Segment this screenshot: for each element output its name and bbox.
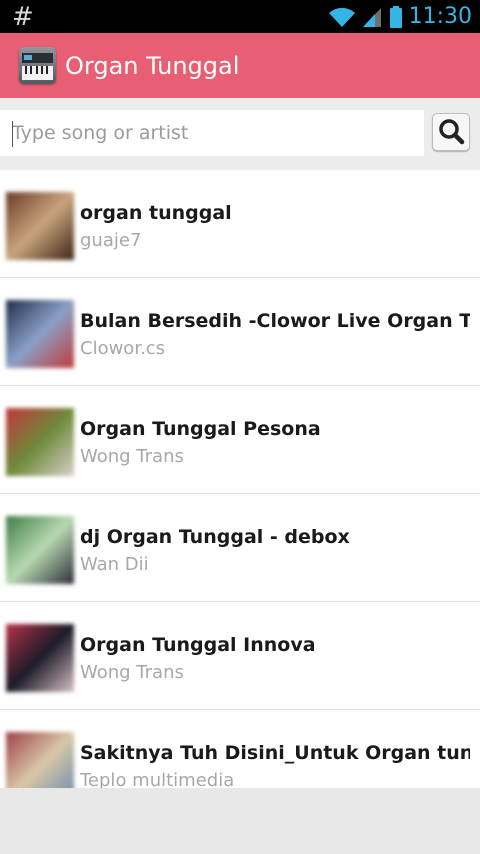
song-title: organ tunggal bbox=[80, 202, 232, 224]
wifi-icon bbox=[328, 7, 355, 27]
empty-footer-area bbox=[0, 788, 480, 854]
song-thumbnail bbox=[6, 732, 74, 788]
song-list-item[interactable]: Organ Tunggal Pesona Wong Trans bbox=[0, 386, 480, 494]
song-title: Organ Tunggal Pesona bbox=[80, 418, 321, 440]
song-title: Bulan Bersedih -Clowor Live Organ T... bbox=[80, 310, 470, 332]
text-cursor bbox=[12, 121, 13, 147]
status-bar: # 11:30 bbox=[0, 0, 480, 33]
app-logo-icon[interactable] bbox=[19, 47, 56, 84]
search-input[interactable] bbox=[0, 110, 424, 156]
signal-icon bbox=[362, 7, 381, 27]
song-list-item[interactable]: Sakitnya Tuh Disini_Untuk Organ tun... T… bbox=[0, 710, 480, 788]
song-title: Sakitnya Tuh Disini_Untuk Organ tun... bbox=[80, 742, 470, 764]
battery-icon bbox=[389, 5, 402, 28]
search-icon bbox=[439, 119, 465, 145]
song-artist: Wong Trans bbox=[80, 446, 184, 467]
song-artist: Clowor.cs bbox=[80, 338, 166, 359]
song-artist: guaje7 bbox=[80, 230, 142, 251]
song-artist: Teplo multimedia bbox=[80, 770, 235, 788]
song-artist: Wong Trans bbox=[80, 662, 184, 683]
song-list: organ tunggal guaje7 Bulan Bersedih -Clo… bbox=[0, 170, 480, 788]
song-list-item[interactable]: Bulan Bersedih -Clowor Live Organ T... C… bbox=[0, 278, 480, 386]
song-thumbnail bbox=[6, 408, 74, 476]
status-indicators: 11:30 bbox=[327, 2, 472, 31]
song-list-item[interactable]: dj Organ Tunggal - debox Wan Dii bbox=[0, 494, 480, 602]
song-thumbnail bbox=[6, 300, 74, 368]
song-thumbnail bbox=[6, 516, 74, 584]
clock: 11:30 bbox=[408, 4, 472, 29]
song-list-item[interactable]: Organ Tunggal Innova Wong Trans bbox=[0, 602, 480, 710]
search-bar bbox=[0, 98, 480, 170]
song-thumbnail bbox=[6, 624, 74, 692]
song-title: dj Organ Tunggal - debox bbox=[80, 526, 350, 548]
song-title: Organ Tunggal Innova bbox=[80, 634, 316, 656]
app-bar: Organ Tunggal bbox=[0, 33, 480, 98]
song-artist: Wan Dii bbox=[80, 554, 149, 575]
search-button[interactable] bbox=[432, 113, 470, 151]
song-list-item[interactable]: organ tunggal guaje7 bbox=[0, 170, 480, 278]
song-thumbnail bbox=[6, 192, 74, 260]
notification-hash-icon: # bbox=[12, 2, 34, 32]
app-title: Organ Tunggal bbox=[65, 52, 240, 80]
